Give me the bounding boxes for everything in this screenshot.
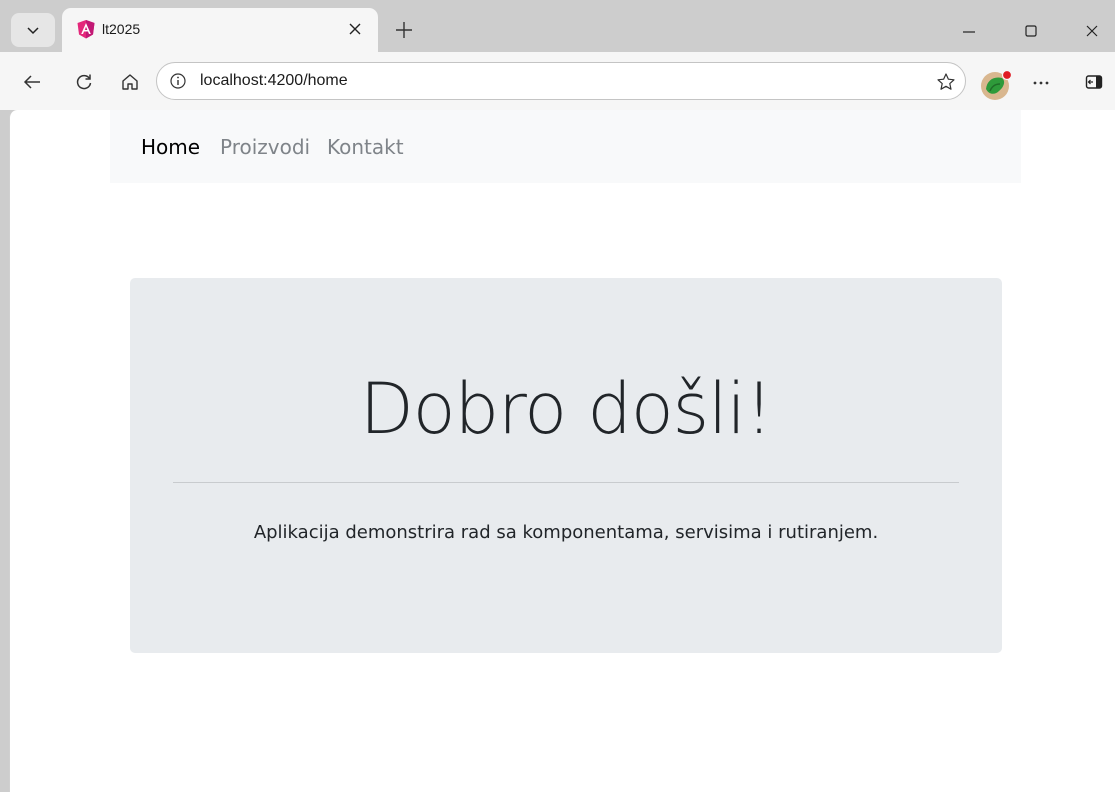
profile-avatar-icon[interactable] <box>980 69 1012 101</box>
close-icon <box>1086 25 1098 37</box>
hero-lead: Aplikacija demonstrira rad sa komponenta… <box>253 522 879 543</box>
nav-link-kontakt[interactable]: Kontakt <box>327 135 404 159</box>
hero-jumbotron: Dobro došli! Aplikacija demonstrira rad … <box>130 278 1002 653</box>
maximize-icon <box>1025 25 1037 37</box>
plus-icon <box>396 22 412 38</box>
minimize-button[interactable] <box>954 16 984 46</box>
home-icon <box>122 74 138 90</box>
address-url[interactable]: localhost:4200/home <box>200 72 348 90</box>
navbar: Home Proizvodi Kontakt <box>110 110 1021 183</box>
refresh-button[interactable] <box>68 66 100 98</box>
close-window-button[interactable] <box>1077 16 1107 46</box>
chevron-down-icon <box>27 27 39 35</box>
minimize-icon <box>963 31 975 33</box>
tab-close-button[interactable] <box>344 18 366 40</box>
hero-title: Dobro došli! <box>359 368 773 450</box>
new-tab-button[interactable] <box>390 16 418 44</box>
tab-search-button[interactable] <box>11 13 55 47</box>
address-bar[interactable]: localhost:4200/home <box>156 62 966 100</box>
maximize-button[interactable] <box>1016 16 1046 46</box>
tab-title: lt2025 <box>102 21 141 37</box>
browser-tab[interactable]: lt2025 <box>62 8 378 52</box>
favorite-button[interactable] <box>933 69 959 95</box>
more-dots-icon <box>1033 81 1049 85</box>
nav-link-proizvodi[interactable]: Proizvodi <box>220 135 310 159</box>
angular-logo-icon <box>77 20 95 39</box>
info-icon[interactable] <box>169 72 187 90</box>
home-button[interactable] <box>114 66 146 98</box>
close-icon <box>349 23 361 35</box>
sidebar-icon <box>1085 75 1103 89</box>
more-button[interactable] <box>1025 66 1057 98</box>
back-button[interactable] <box>16 66 48 98</box>
star-icon <box>937 73 955 90</box>
nav-link-home[interactable]: Home <box>141 135 200 159</box>
back-arrow-icon <box>23 75 40 89</box>
hero-divider <box>173 482 959 483</box>
browser-toolbar: localhost:4200/home <box>0 52 1115 110</box>
sidebar-button[interactable] <box>1078 66 1110 98</box>
page-viewport: Home Proizvodi Kontakt Dobro došli! Apli… <box>9 110 1115 792</box>
refresh-icon <box>76 74 92 90</box>
